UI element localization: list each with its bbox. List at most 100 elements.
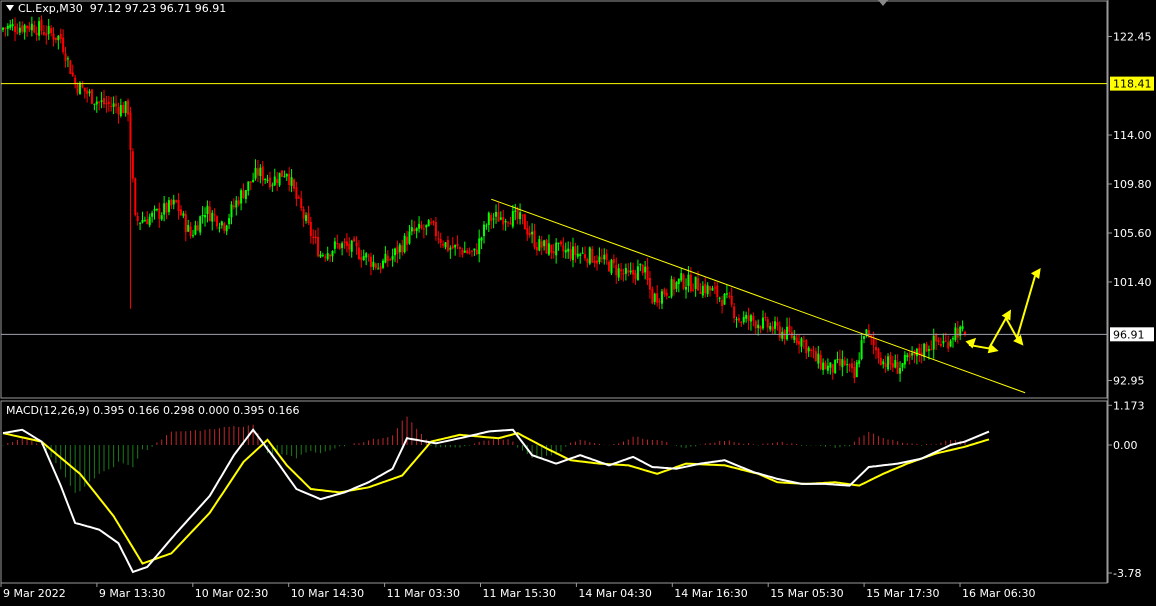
chart-window[interactable]: 122.45 118.41 114.00 109.80 105.60 101.40 96.9… <box>0 0 1156 603</box>
candle-bull <box>449 247 452 250</box>
candle-bear <box>584 254 587 259</box>
candle-bull <box>362 255 365 261</box>
candle-bear <box>42 31 45 35</box>
candle-bull <box>11 24 14 27</box>
candle-bull <box>191 235 194 237</box>
candle-bear <box>875 347 878 351</box>
shift-marker-icon[interactable] <box>878 0 888 6</box>
candle-bear <box>71 72 74 76</box>
candle-bear <box>620 269 623 272</box>
candle-bear <box>591 248 594 263</box>
current-price-label: 96.91 <box>1113 328 1145 341</box>
candle-bear <box>812 350 815 352</box>
candle-bear <box>747 315 750 321</box>
macd-tick-label: -3.78 <box>1113 567 1141 580</box>
chart-canvas[interactable]: 122.45 118.41 114.00 109.80 105.60 101.40 96.9… <box>0 0 1156 603</box>
candle-bear <box>656 293 659 303</box>
candle-bear <box>771 326 774 331</box>
candle-bear <box>466 250 469 254</box>
candle-bear <box>353 238 356 242</box>
collapse-triangle-icon[interactable] <box>6 5 14 11</box>
candle-bear <box>317 236 320 257</box>
candle-bull <box>915 348 918 357</box>
candle-bear <box>600 257 603 259</box>
candle-bear <box>386 255 389 262</box>
candle-bull <box>18 27 21 33</box>
candle-bear <box>733 306 736 319</box>
candle-bull <box>769 325 772 330</box>
candle-bear <box>456 243 459 246</box>
candle-bull <box>480 237 483 241</box>
time-tick-label: 14 Mar 16:30 <box>674 587 747 600</box>
candle-bull <box>143 220 146 222</box>
price-tick-label: 92.95 <box>1113 375 1145 388</box>
candle-bull <box>514 210 517 212</box>
candle-bear <box>689 274 692 291</box>
candle-bull <box>252 179 255 182</box>
candle-bear <box>76 84 79 93</box>
candle-bear <box>867 330 870 335</box>
candle-bear <box>117 107 120 115</box>
candle-bull <box>278 172 281 186</box>
candle-bear <box>122 104 125 114</box>
candle-bear <box>716 285 719 298</box>
candle-bear <box>216 216 219 227</box>
candle-bull <box>781 331 784 339</box>
candle-bear <box>81 84 84 88</box>
candle-bear <box>446 240 449 251</box>
candle-bear <box>401 245 404 253</box>
candle-bull <box>273 176 276 186</box>
candle-bull <box>394 248 397 256</box>
arrow-head-icon <box>1001 309 1011 321</box>
macd-tick-label: 1.173 <box>1113 399 1145 412</box>
candle-bear <box>103 98 106 105</box>
candle-bull <box>381 260 384 268</box>
candle-bear <box>355 242 358 247</box>
candle-bear <box>651 288 654 304</box>
candle-bull <box>271 184 274 186</box>
candle-bull <box>757 324 760 329</box>
candle-bear <box>33 25 36 33</box>
candle-bear <box>608 261 611 272</box>
candle-bull <box>119 105 122 116</box>
candle-bear <box>302 209 305 219</box>
forecast-arrow-path[interactable] <box>968 275 1036 350</box>
candle-bull <box>264 178 267 180</box>
candle-bull <box>822 362 825 371</box>
candle-bull <box>199 216 202 233</box>
candle-bear <box>276 178 279 183</box>
candle-bear <box>309 222 312 236</box>
candle-bear <box>189 226 192 236</box>
candle-bear <box>369 256 372 267</box>
candle-bull <box>836 359 839 361</box>
macd-label: MACD(12,26,9) <box>6 404 90 417</box>
candle-bull <box>903 354 906 365</box>
trendline[interactable] <box>491 198 1026 394</box>
candle-bear <box>280 170 283 177</box>
candle-bull <box>735 319 738 321</box>
candle-bull <box>124 101 127 114</box>
candle-bull <box>653 293 656 302</box>
candle-bull <box>463 250 466 253</box>
candle-bull <box>403 235 406 253</box>
candle-bull <box>331 250 334 257</box>
candle-bear <box>766 319 769 328</box>
candle-bull <box>543 240 546 247</box>
candle-bear <box>357 247 360 260</box>
candle-bear <box>98 101 101 103</box>
axes-layer: 122.45 118.41 114.00 109.80 105.60 101.40 96.9… <box>0 0 1154 600</box>
candle-bull <box>148 216 151 226</box>
candle-bull <box>283 176 286 178</box>
candle-bull <box>786 326 789 340</box>
macd-histogram-layer <box>2 416 966 493</box>
candle-bear <box>468 252 471 254</box>
candle-bear <box>165 202 168 213</box>
candle-bear <box>740 322 743 324</box>
candle-bear <box>853 367 856 379</box>
candle-bear <box>461 249 464 255</box>
candle-bear <box>69 60 72 74</box>
candle-bull <box>319 254 322 257</box>
candle-bear <box>709 286 712 291</box>
candles-layer <box>2 15 966 384</box>
candle-bull <box>47 25 50 34</box>
